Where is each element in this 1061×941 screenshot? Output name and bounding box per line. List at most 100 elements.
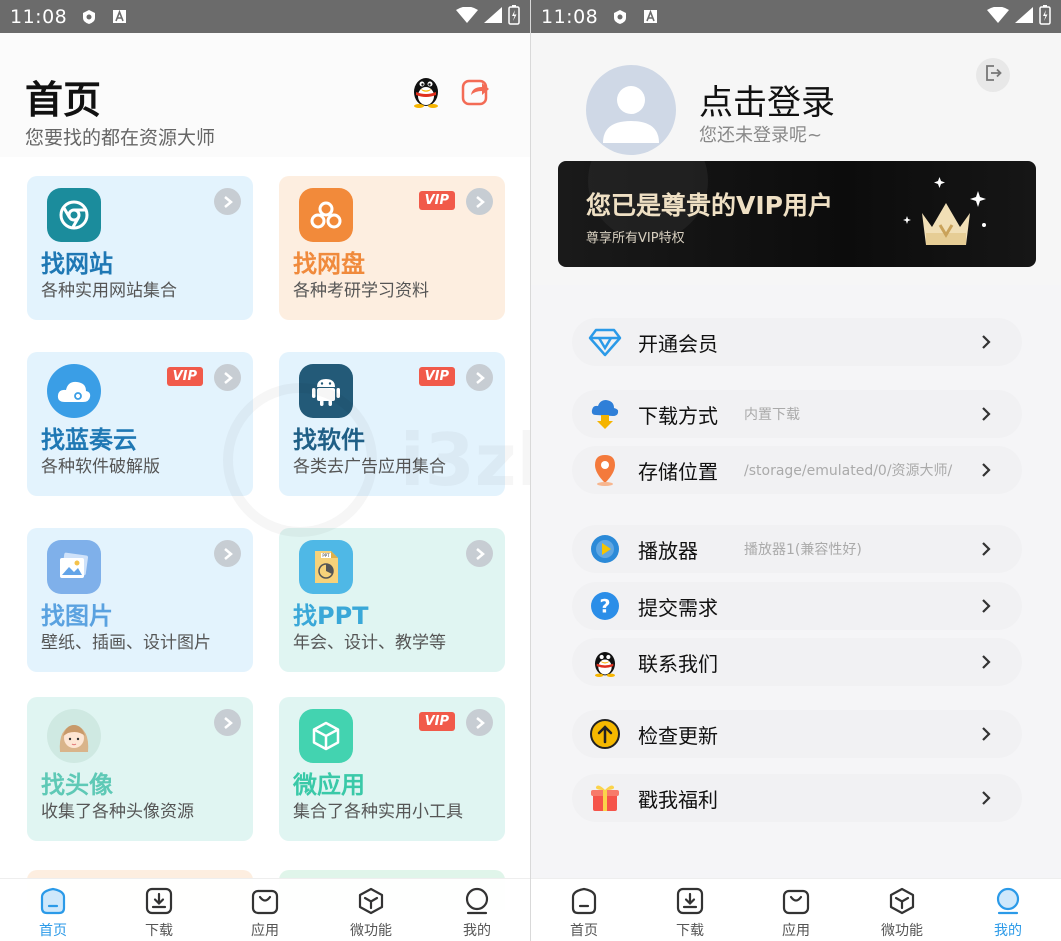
menu-label: 联系我们 — [638, 651, 718, 676]
home-icon — [37, 885, 69, 917]
chevron-right-icon[interactable] — [214, 709, 241, 736]
card-desc: 集合了各种实用小工具 — [293, 802, 463, 822]
chevron-right-icon — [976, 332, 996, 352]
page-title: 首页 — [25, 78, 102, 122]
nav-item-mine[interactable]: 我的 — [424, 879, 530, 941]
card-find-ppt[interactable]: PPT 找PPT 年会、设计、教学等 — [279, 528, 505, 672]
avatar-girl-icon — [47, 709, 101, 763]
profile-icon — [992, 885, 1024, 917]
chevron-right-icon — [976, 596, 996, 616]
status-right — [987, 4, 1051, 29]
menu-label: 检查更新 — [638, 723, 718, 748]
chevron-right-icon[interactable] — [466, 188, 493, 215]
diamond-icon — [587, 324, 623, 360]
profile-icon — [461, 885, 493, 917]
bag-icon — [249, 885, 281, 917]
menu-label: 开通会员 — [638, 331, 718, 356]
menu-value: 内置下载 — [744, 407, 800, 423]
chevron-right-icon[interactable] — [214, 364, 241, 391]
nav-item-home[interactable]: 首页 — [531, 879, 637, 941]
bottom-nav: 首页 下载 应用 微功能 我的 — [531, 878, 1061, 941]
qq-penguin-icon[interactable] — [408, 72, 444, 108]
nav-item-home[interactable]: 首页 — [0, 879, 106, 941]
menu-storage-location[interactable]: 存储位置 /storage/emulated/0/资源大师/ — [572, 446, 1022, 494]
logout-button[interactable] — [976, 58, 1010, 92]
card-title: 找软件 — [293, 426, 365, 454]
card-title: 找蓝奏云 — [41, 426, 137, 454]
download-icon — [674, 885, 706, 917]
shield-notification-icon — [81, 9, 97, 25]
chrome-icon — [47, 188, 101, 242]
menu-submit-request[interactable]: ? 提交需求 — [572, 582, 1022, 630]
menu-label: 提交需求 — [638, 595, 718, 620]
status-time: 11:08 — [541, 5, 599, 28]
nav-item-download[interactable]: 下载 — [637, 879, 743, 941]
netdisk-icon — [299, 188, 353, 242]
svg-text:PPT: PPT — [322, 553, 330, 558]
card-desc: 各类去广告应用集合 — [293, 457, 446, 477]
card-micro-apps[interactable]: 微应用 集合了各种实用小工具 VIP — [279, 697, 505, 841]
nav-item-apps[interactable]: 应用 — [212, 879, 318, 941]
chevron-right-icon[interactable] — [214, 188, 241, 215]
card-find-images[interactable]: 找图片 壁纸、插画、设计图片 — [27, 528, 253, 672]
avatar[interactable] — [586, 65, 676, 155]
status-bar: 11:08 — [531, 0, 1061, 33]
nav-label: 应用 — [251, 923, 279, 939]
vip-subtitle: 尊享所有VIP特权 — [586, 231, 685, 246]
nav-item-mine[interactable]: 我的 — [955, 879, 1061, 941]
nav-item-download[interactable]: 下载 — [106, 879, 212, 941]
login-title[interactable]: 点击登录 — [699, 75, 835, 124]
card-desc: 收集了各种头像资源 — [41, 802, 194, 822]
nav-item-micro[interactable]: 微功能 — [318, 879, 424, 941]
android-icon — [299, 364, 353, 418]
chevron-right-icon — [976, 724, 996, 744]
nav-label: 我的 — [463, 923, 491, 939]
nav-item-apps[interactable]: 应用 — [743, 879, 849, 941]
vip-badge: VIP — [418, 367, 455, 386]
image-icon — [47, 540, 101, 594]
card-title: 找头像 — [41, 771, 113, 799]
cloud-icon — [47, 364, 101, 418]
card-desc: 年会、设计、教学等 — [293, 633, 446, 653]
location-pin-icon — [587, 452, 623, 488]
share-icon[interactable] — [460, 75, 492, 107]
menu-check-update[interactable]: 检查更新 — [572, 710, 1022, 758]
card-title: 找网盘 — [293, 250, 365, 278]
menu-download-method[interactable]: 下载方式 内置下载 — [572, 390, 1022, 438]
card-title: 找PPT — [293, 602, 369, 630]
nav-label: 下载 — [676, 923, 704, 939]
menu-welfare[interactable]: 戳我福利 — [572, 774, 1022, 822]
vip-title: 您已是尊贵的VIP用户 — [586, 191, 833, 220]
nav-label: 首页 — [39, 923, 67, 939]
signal-icon — [484, 6, 502, 27]
chevron-right-icon[interactable] — [466, 709, 493, 736]
profile-header: 点击登录 您还未登录呢~ 您已是尊贵的VIP用户 尊享所有VIP特权 — [531, 33, 1061, 285]
card-find-software[interactable]: 找软件 各类去广告应用集合 VIP — [279, 352, 505, 496]
nav-item-micro[interactable]: 微功能 — [849, 879, 955, 941]
chevron-right-icon[interactable] — [466, 540, 493, 567]
cube-icon — [355, 885, 387, 917]
card-find-netdisk[interactable]: 找网盘 各种考研学习资料 VIP — [279, 176, 505, 320]
vip-badge: VIP — [418, 191, 455, 210]
chevron-right-icon[interactable] — [214, 540, 241, 567]
question-icon: ? — [587, 588, 623, 624]
menu-open-membership[interactable]: 开通会员 — [572, 318, 1022, 366]
nav-label: 下载 — [145, 923, 173, 939]
chevron-right-icon[interactable] — [466, 364, 493, 391]
menu-value: 播放器1(兼容性好) — [744, 542, 862, 558]
login-subtitle: 您还未登录呢~ — [699, 125, 823, 146]
menu-contact-us[interactable]: 联系我们 — [572, 638, 1022, 686]
wifi-icon — [987, 6, 1009, 27]
download-icon — [143, 885, 175, 917]
profile-screen: 11:08 点击登录 您还未登录呢~ 您已是尊贵的VIP用户 尊享所有VIP特权… — [531, 0, 1061, 941]
home-header: 首页 您要找的都在资源大师 — [0, 33, 530, 157]
card-find-avatar[interactable]: 找头像 收集了各种头像资源 — [27, 697, 253, 841]
page-subtitle: 您要找的都在资源大师 — [25, 127, 216, 149]
card-find-lanzou[interactable]: 找蓝奏云 各种软件破解版 VIP — [27, 352, 253, 496]
menu-label: 播放器 — [638, 538, 698, 563]
vip-banner[interactable]: 您已是尊贵的VIP用户 尊享所有VIP特权 — [558, 161, 1036, 267]
nav-label: 我的 — [994, 923, 1022, 939]
chevron-right-icon — [976, 788, 996, 808]
card-find-website[interactable]: 找网站 各种实用网站集合 — [27, 176, 253, 320]
menu-player[interactable]: 播放器 播放器1(兼容性好) — [572, 525, 1022, 573]
